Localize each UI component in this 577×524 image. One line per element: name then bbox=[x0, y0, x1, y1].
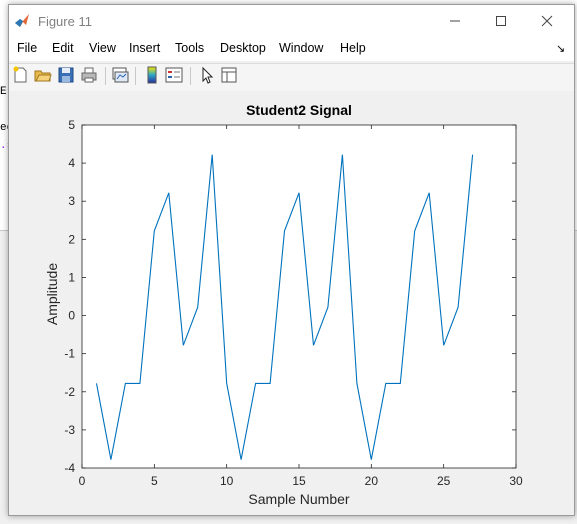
y-tick-label: -2 bbox=[64, 385, 75, 399]
maximize-button[interactable] bbox=[478, 5, 524, 37]
y-tick-label: 3 bbox=[68, 194, 75, 208]
y-tick-label: 0 bbox=[68, 309, 75, 323]
toolbar-separator bbox=[105, 67, 106, 85]
y-tick-label: -4 bbox=[64, 461, 75, 475]
x-tick-label: 10 bbox=[220, 474, 234, 488]
edit-plot-icon[interactable] bbox=[197, 65, 217, 85]
y-tick-label: 5 bbox=[68, 118, 75, 132]
menu-help[interactable]: Help bbox=[340, 41, 366, 55]
insert-legend-icon[interactable] bbox=[164, 65, 184, 85]
x-axis-label: Sample Number bbox=[248, 491, 349, 507]
toolbar-separator bbox=[190, 67, 191, 85]
window-title: Figure 11 bbox=[38, 14, 92, 29]
maximize-icon bbox=[495, 15, 507, 27]
close-icon bbox=[541, 15, 553, 27]
figure-window: Figure 11 File Edit View Insert Tools De… bbox=[8, 4, 575, 516]
save-icon[interactable] bbox=[56, 65, 76, 85]
y-axis-label: Amplitude bbox=[44, 263, 60, 325]
menu-window[interactable]: Window bbox=[279, 41, 323, 55]
x-tick-label: 30 bbox=[509, 474, 523, 488]
y-tick-label: 2 bbox=[68, 232, 75, 246]
matlab-logo-icon bbox=[14, 13, 30, 29]
x-tick-label: 20 bbox=[365, 474, 379, 488]
toolbar-separator bbox=[135, 67, 136, 85]
dock-figure-arrow-icon[interactable]: ↘ bbox=[556, 42, 565, 55]
property-inspector-icon[interactable] bbox=[219, 65, 239, 85]
x-tick-label: 5 bbox=[151, 474, 158, 488]
menu-edit[interactable]: Edit bbox=[52, 41, 74, 55]
menu-insert[interactable]: Insert bbox=[129, 41, 160, 55]
link-plot-icon[interactable] bbox=[110, 65, 130, 85]
open-file-icon[interactable] bbox=[33, 65, 53, 85]
y-tick-label: 4 bbox=[68, 156, 75, 170]
y-tick-label: 1 bbox=[68, 270, 75, 284]
menu-desktop[interactable]: Desktop bbox=[220, 41, 266, 55]
chart-title: Student2 Signal bbox=[246, 102, 352, 118]
axes-box bbox=[82, 125, 516, 468]
background-text-fragment: E bbox=[0, 86, 7, 98]
minimize-button[interactable] bbox=[432, 5, 478, 37]
print-icon[interactable] bbox=[79, 65, 99, 85]
new-figure-icon[interactable] bbox=[11, 65, 31, 85]
menu-view[interactable]: View bbox=[89, 41, 116, 55]
plot-area: 0 5 10 15 20 25 30 -4 -3 -2 -1 0 1 2 3 4 5 Student2 Sign… bbox=[9, 91, 574, 515]
close-button[interactable] bbox=[524, 5, 570, 37]
menu-tools[interactable]: Tools bbox=[175, 41, 204, 55]
y-tick-label: -3 bbox=[64, 423, 75, 437]
insert-colorbar-icon[interactable] bbox=[142, 65, 162, 85]
x-tick-label: 15 bbox=[292, 474, 306, 488]
menu-file[interactable]: File bbox=[17, 41, 37, 55]
minimize-icon bbox=[449, 15, 461, 27]
y-tick-label: -1 bbox=[64, 347, 75, 361]
x-tick-label: 0 bbox=[79, 474, 86, 488]
title-bar[interactable]: Figure 11 bbox=[9, 5, 574, 37]
x-tick-label: 25 bbox=[437, 474, 451, 488]
